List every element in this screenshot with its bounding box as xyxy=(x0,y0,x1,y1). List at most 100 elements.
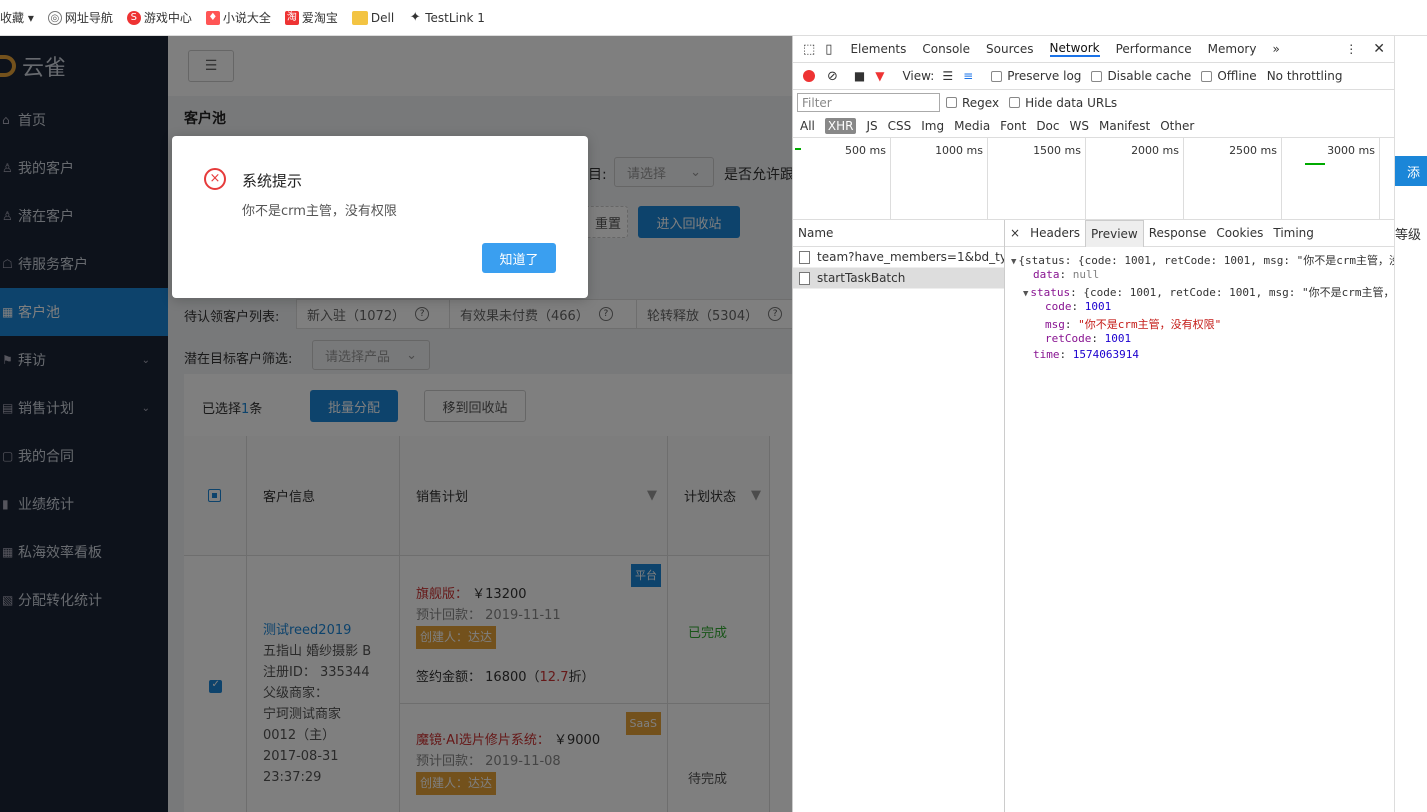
disable-cache-checkbox[interactable]: Disable cache xyxy=(1091,69,1191,83)
tab-console[interactable]: Console xyxy=(922,42,970,56)
bookmark-label: 爱淘宝 xyxy=(301,11,338,25)
bookmark-dell[interactable]: Dell xyxy=(351,10,395,25)
bookmark-label: 游戏中心 xyxy=(143,11,192,25)
file-icon xyxy=(799,271,810,285)
json-key: time xyxy=(1033,348,1060,361)
name-column-header[interactable]: Name xyxy=(793,220,1004,247)
type-css[interactable]: CSS xyxy=(888,119,912,133)
dialog-message: 你不是crm主管，没有权限 xyxy=(242,204,397,219)
add-button-fragment[interactable]: 添 xyxy=(1395,156,1427,186)
filter-input[interactable]: Filter xyxy=(797,93,940,112)
tab-memory[interactable]: Memory xyxy=(1208,42,1257,56)
filter-funnel-icon[interactable]: ▼ xyxy=(875,69,884,83)
expand-triangle-icon: ▼ xyxy=(1023,289,1029,299)
globe-icon: ◎ xyxy=(47,10,62,25)
checkbox-box xyxy=(991,70,1003,82)
tab-elements[interactable]: Elements xyxy=(850,42,906,56)
close-icon[interactable]: ✕ xyxy=(1373,41,1385,57)
tab-performance[interactable]: Performance xyxy=(1116,42,1192,56)
checkbox-label: Offline xyxy=(1217,69,1257,83)
timeline-tick: 1500 ms xyxy=(988,138,1086,220)
request-row[interactable]: team?have_members=1&bd_type... xyxy=(793,247,1004,268)
list-view-icon[interactable]: ☰ xyxy=(942,69,953,83)
record-icon[interactable] xyxy=(803,70,815,82)
request-row[interactable]: startTaskBatch xyxy=(793,268,1004,289)
camera-icon[interactable]: ■ xyxy=(854,69,865,83)
detail-tabbar: × Headers Preview Response Cookies Timin… xyxy=(1005,219,1395,247)
clear-icon[interactable]: ⊘ xyxy=(827,69,838,84)
type-manifest[interactable]: Manifest xyxy=(1099,119,1150,133)
type-doc[interactable]: Doc xyxy=(1036,119,1059,133)
bookmark-testlink[interactable]: ✦ TestLink 1 xyxy=(408,10,485,25)
system-alert-dialog: × 系统提示 你不是crm主管，没有权限 知道了 xyxy=(172,136,588,298)
tab-network[interactable]: Network xyxy=(1049,41,1100,57)
json-root[interactable]: ▼ {status: {code: 1001, retCode: 1001, ms… xyxy=(1011,252,1395,268)
checkbox-box xyxy=(1201,70,1213,82)
devtools-panel: ⬚ ▯ Elements Console Sources Network Per… xyxy=(792,36,1395,812)
offline-checkbox[interactable]: Offline xyxy=(1201,69,1257,83)
json-value: 1574063914 xyxy=(1072,348,1139,361)
tab-sources[interactable]: Sources xyxy=(986,42,1033,56)
bookmark-favorites[interactable]: 收藏 ▾ xyxy=(0,9,34,26)
checkbox-label: Disable cache xyxy=(1107,69,1192,83)
folder-icon xyxy=(351,10,368,25)
json-key: code xyxy=(1045,300,1072,313)
tab-preview[interactable]: Preview xyxy=(1085,219,1144,247)
close-detail-button[interactable]: × xyxy=(1005,220,1025,247)
json-status-row[interactable]: ▼ status: {code: 1001, retCode: 1001, msg… xyxy=(1023,284,1395,300)
dialog-title: 系统提示 xyxy=(242,172,303,190)
hide-data-urls-checkbox[interactable]: Hide data URLs xyxy=(1009,96,1117,110)
timeline-tick: 3000 ms xyxy=(1282,138,1380,220)
waterfall-view-icon[interactable]: ≡ xyxy=(963,69,973,83)
timeline-tick: 500 ms xyxy=(793,138,891,220)
network-timeline: 500 ms 1000 ms 1500 ms 2000 ms 2500 ms 3… xyxy=(793,138,1395,220)
json-msg-row: msg: "你不是crm主管，没有权限" xyxy=(1045,318,1222,331)
kebab-menu-icon[interactable]: ⋮ xyxy=(1345,42,1357,56)
json-key: status xyxy=(1030,286,1071,299)
request-name: team?have_members=1&bd_type... xyxy=(817,250,1004,264)
throttling-select[interactable]: No throttling xyxy=(1267,69,1343,83)
json-key: data xyxy=(1033,268,1060,281)
timeline-tick: 2000 ms xyxy=(1086,138,1184,220)
type-ws[interactable]: WS xyxy=(1070,119,1089,133)
bookmark-novels[interactable]: ♦ 小说大全 xyxy=(205,9,271,26)
type-xhr[interactable]: XHR xyxy=(824,118,857,134)
type-img[interactable]: Img xyxy=(921,119,944,133)
tab-headers[interactable]: Headers xyxy=(1025,220,1085,247)
request-detail: × Headers Preview Response Cookies Timin… xyxy=(1005,219,1395,812)
type-other[interactable]: Other xyxy=(1160,119,1194,133)
bookmarks-bar: 收藏 ▾ ◎ 网址导航 S 游戏中心 ♦ 小说大全 淘爱淘宝 Dell ✦ TestLi… xyxy=(0,0,1427,36)
timeline-bar xyxy=(795,148,801,150)
inspect-icon[interactable]: ⬚ xyxy=(803,42,815,57)
json-key: retCode xyxy=(1045,332,1092,345)
request-list: Name team?have_members=1&bd_type... star… xyxy=(793,220,1005,812)
json-value: "你不是crm主管，没有权限" xyxy=(1078,318,1222,331)
device-toggle-icon[interactable]: ▯ xyxy=(825,42,832,57)
more-tabs-button[interactable]: » xyxy=(1272,42,1279,56)
type-media[interactable]: Media xyxy=(954,119,990,133)
network-toolbar: ⊘ ■ ▼ View: ☰ ≡ Preserve log Disable cac… xyxy=(793,63,1395,90)
taobao-icon: 淘 xyxy=(284,10,299,25)
bookmark-label: 网址导航 xyxy=(64,11,113,25)
tab-response[interactable]: Response xyxy=(1144,220,1212,247)
bookmark-games[interactable]: S 游戏中心 xyxy=(126,9,192,26)
type-js[interactable]: JS xyxy=(866,119,877,133)
bookmark-nav[interactable]: ◎ 网址导航 xyxy=(47,9,113,26)
json-value: null xyxy=(1072,268,1100,281)
bookmark-taobao[interactable]: 淘爱淘宝 xyxy=(284,9,338,26)
preserve-log-checkbox[interactable]: Preserve log xyxy=(991,69,1081,83)
timeline-tick: 1000 ms xyxy=(891,138,988,220)
json-code-row: code: 1001 xyxy=(1045,300,1112,313)
checkbox-box xyxy=(1009,97,1021,108)
tab-cookies[interactable]: Cookies xyxy=(1211,220,1268,247)
regex-checkbox[interactable]: Regex xyxy=(946,96,999,110)
json-summary: {status: {code: 1001, retCode: 1001, msg… xyxy=(1018,254,1395,267)
json-data-row: data: null xyxy=(1033,268,1100,281)
dialog-ok-button[interactable]: 知道了 xyxy=(482,243,556,273)
timeline-tick: 2500 ms xyxy=(1184,138,1282,220)
tab-timing[interactable]: Timing xyxy=(1268,220,1319,247)
type-font[interactable]: Font xyxy=(1000,119,1026,133)
bookmark-label: Dell xyxy=(370,10,395,25)
type-all[interactable]: All xyxy=(800,119,815,133)
expand-triangle-icon: ▼ xyxy=(1011,257,1017,267)
